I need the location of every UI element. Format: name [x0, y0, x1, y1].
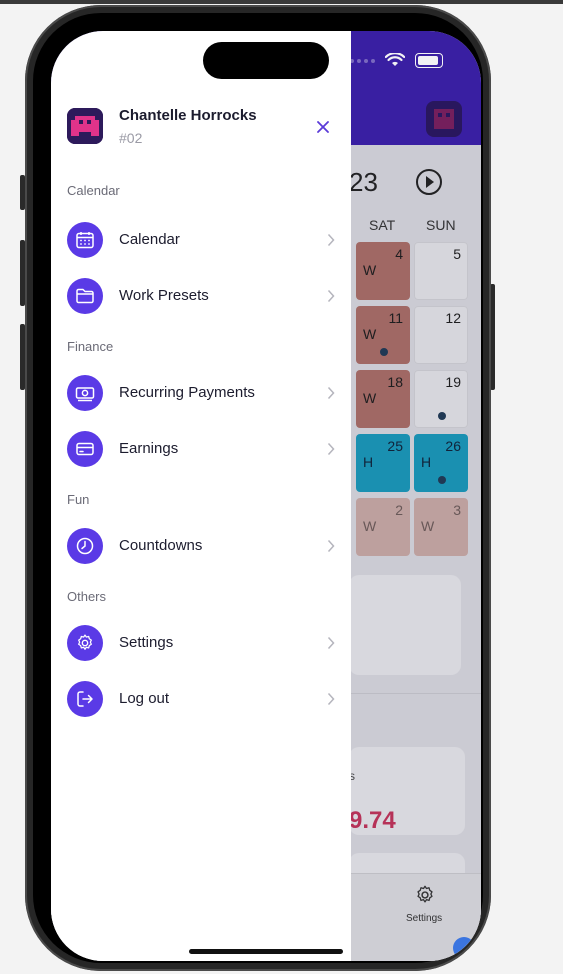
chevron-right-icon	[327, 386, 335, 400]
phone-bezel: 23 SAT SUN 4 W 5 11 W 12 18 W 19 25 H 26 H 2 W 3 W s 9.7…	[33, 13, 483, 963]
home-indicator[interactable]	[189, 949, 343, 954]
logout-icon	[67, 681, 103, 717]
chevron-right-icon	[327, 233, 335, 247]
chevron-right-icon	[327, 692, 335, 706]
close-icon[interactable]	[313, 117, 333, 137]
chevron-right-icon	[327, 442, 335, 456]
scrim[interactable]	[351, 31, 481, 961]
section-others: Others	[67, 589, 107, 604]
credit-card-icon	[67, 431, 103, 467]
calendar-icon	[67, 222, 103, 258]
side-drawer: Chantelle Horrocks #02 Calendar Calendar…	[51, 31, 351, 961]
top-edge-bar	[0, 0, 563, 4]
chevron-right-icon	[327, 636, 335, 650]
dynamic-island	[203, 42, 329, 79]
profile-id: #02	[119, 130, 143, 146]
menu-item-label: Earnings	[119, 440, 179, 457]
menu-item-work-presets[interactable]: Work Presets	[67, 276, 341, 316]
folder-icon	[67, 278, 103, 314]
profile-avatar	[67, 108, 103, 144]
menu-item-label: Countdowns	[119, 537, 203, 554]
menu-item-label: Recurring Payments	[119, 384, 255, 401]
gear-icon	[67, 625, 103, 661]
section-calendar: Calendar	[67, 183, 120, 198]
menu-item-label: Work Presets	[119, 287, 209, 304]
profile-name: Chantelle Horrocks	[119, 107, 257, 124]
menu-item-label: Calendar	[119, 231, 180, 248]
menu-item-earnings[interactable]: Earnings	[67, 429, 341, 469]
chevron-right-icon	[327, 289, 335, 303]
money-icon	[67, 375, 103, 411]
menu-item-settings[interactable]: Settings	[67, 623, 341, 663]
menu-item-log-out[interactable]: Log out	[67, 679, 341, 719]
menu-item-countdowns[interactable]: Countdowns	[67, 526, 341, 566]
menu-item-recurring-payments[interactable]: Recurring Payments	[67, 373, 341, 413]
chevron-right-icon	[327, 539, 335, 553]
menu-item-calendar[interactable]: Calendar	[67, 220, 341, 260]
section-fun: Fun	[67, 492, 90, 507]
section-finance: Finance	[67, 339, 114, 354]
menu-item-label: Log out	[119, 690, 170, 707]
phone-frame: 23 SAT SUN 4 W 5 11 W 12 18 W 19 25 H 26 H 2 W 3 W s 9.7…	[25, 5, 491, 971]
phone-screen: 23 SAT SUN 4 W 5 11 W 12 18 W 19 25 H 26 H 2 W 3 W s 9.7…	[51, 31, 481, 961]
timer-icon	[67, 528, 103, 564]
menu-item-label: Settings	[119, 634, 174, 651]
